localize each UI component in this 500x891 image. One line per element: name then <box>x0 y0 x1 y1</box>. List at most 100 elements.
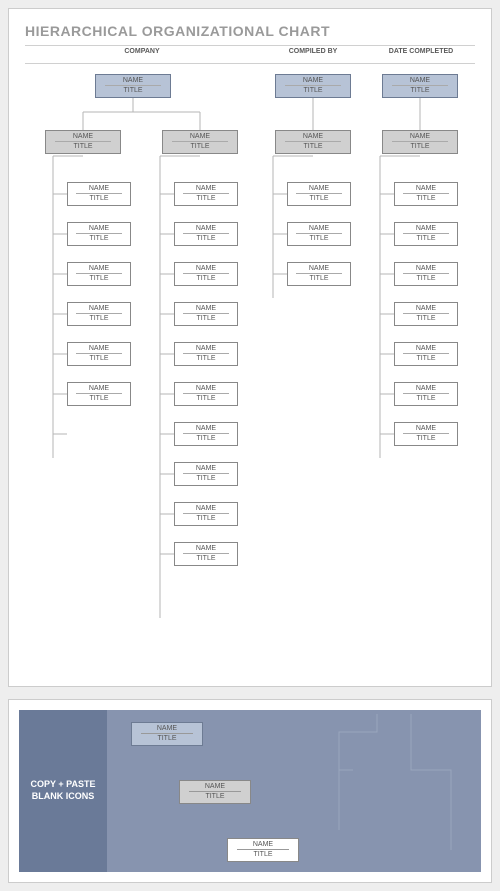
node-title: TITLE <box>296 235 342 242</box>
mid-node-b: NAME TITLE <box>162 130 238 154</box>
node-name: NAME <box>172 133 228 142</box>
node-name: NAME <box>183 385 229 394</box>
header-company: COMPANY <box>25 48 259 55</box>
node-name: NAME <box>237 841 290 850</box>
node-title: TITLE <box>76 395 122 402</box>
node-name: NAME <box>76 225 122 234</box>
node-title: TITLE <box>392 143 448 150</box>
node-title: TITLE <box>76 355 122 362</box>
leaf-node: NAMETITLE <box>174 542 238 566</box>
node-name: NAME <box>403 305 449 314</box>
node-title: TITLE <box>403 195 449 202</box>
node-name: NAME <box>296 185 342 194</box>
node-name: NAME <box>285 133 341 142</box>
leaf-node: NAMETITLE <box>67 222 131 246</box>
org-chart-page: HIERARCHICAL ORGANIZATIONAL CHART COMPAN… <box>8 8 492 687</box>
header-date-completed: DATE COMPLETED <box>367 48 475 55</box>
node-name: NAME <box>183 465 229 474</box>
node-title: TITLE <box>76 195 122 202</box>
node-title: TITLE <box>392 87 448 94</box>
node-title: TITLE <box>76 275 122 282</box>
node-name: NAME <box>403 185 449 194</box>
node-title: TITLE <box>183 435 229 442</box>
node-title: TITLE <box>183 515 229 522</box>
node-title: TITLE <box>296 195 342 202</box>
template-shape-blue: NAME TITLE <box>131 722 203 746</box>
leaf-node: NAMETITLE <box>394 182 458 206</box>
leaf-node: NAMETITLE <box>394 262 458 286</box>
node-name: NAME <box>285 77 341 86</box>
node-name: NAME <box>76 385 122 394</box>
node-title: TITLE <box>183 355 229 362</box>
copy-paste-panel: COPY + PASTE BLANK ICONS NAME TITLE NAME… <box>19 710 481 872</box>
node-name: NAME <box>55 133 111 142</box>
node-title: TITLE <box>403 395 449 402</box>
node-title: TITLE <box>403 435 449 442</box>
node-name: NAME <box>183 425 229 434</box>
node-name: NAME <box>183 265 229 274</box>
node-name: NAME <box>403 265 449 274</box>
node-name: NAME <box>183 345 229 354</box>
node-name: NAME <box>392 77 448 86</box>
node-name: NAME <box>183 505 229 514</box>
node-title: TITLE <box>172 143 228 150</box>
top-node-c: NAME TITLE <box>275 74 351 98</box>
leaf-node: NAMETITLE <box>67 302 131 326</box>
mid-node-a: NAME TITLE <box>45 130 121 154</box>
divider <box>25 45 475 46</box>
node-title: TITLE <box>296 275 342 282</box>
node-title: TITLE <box>55 143 111 150</box>
leaf-node: NAMETITLE <box>174 222 238 246</box>
node-title: TITLE <box>183 475 229 482</box>
leaf-node: NAMETITLE <box>67 182 131 206</box>
leaf-node: NAMETITLE <box>67 342 131 366</box>
decorative-connectors <box>331 710 481 872</box>
node-name: NAME <box>403 345 449 354</box>
leaf-node: NAMETITLE <box>174 182 238 206</box>
node-title: TITLE <box>183 235 229 242</box>
top-node-d: NAME TITLE <box>382 74 458 98</box>
node-title: TITLE <box>403 315 449 322</box>
node-name: NAME <box>403 425 449 434</box>
node-title: TITLE <box>285 143 341 150</box>
leaf-node: NAMETITLE <box>174 342 238 366</box>
leaf-node: NAMETITLE <box>174 502 238 526</box>
node-name: NAME <box>76 185 122 194</box>
leaf-node: NAMETITLE <box>174 422 238 446</box>
node-name: NAME <box>392 133 448 142</box>
node-title: TITLE <box>183 195 229 202</box>
node-name: NAME <box>76 305 122 314</box>
leaf-node: NAMETITLE <box>174 462 238 486</box>
mid-node-d: NAME TITLE <box>382 130 458 154</box>
leaf-node: NAMETITLE <box>287 182 351 206</box>
leaf-node: NAMETITLE <box>174 262 238 286</box>
node-name: NAME <box>76 345 122 354</box>
page-title: HIERARCHICAL ORGANIZATIONAL CHART <box>25 23 475 39</box>
header-compiled-by: COMPILED BY <box>259 48 367 55</box>
node-title: TITLE <box>141 735 194 742</box>
node-name: NAME <box>296 225 342 234</box>
node-title: TITLE <box>183 315 229 322</box>
node-title: TITLE <box>183 275 229 282</box>
node-name: NAME <box>403 385 449 394</box>
node-name: NAME <box>189 783 242 792</box>
leaf-node: NAMETITLE <box>287 222 351 246</box>
node-name: NAME <box>183 225 229 234</box>
leaf-node: NAMETITLE <box>287 262 351 286</box>
node-name: NAME <box>141 725 194 734</box>
leaf-node: NAMETITLE <box>394 222 458 246</box>
node-title: TITLE <box>403 275 449 282</box>
template-shape-white: NAME TITLE <box>227 838 299 862</box>
leaf-node: NAMETITLE <box>67 382 131 406</box>
node-name: NAME <box>183 185 229 194</box>
leaf-node: NAMETITLE <box>174 302 238 326</box>
node-name: NAME <box>403 225 449 234</box>
leaf-node: NAMETITLE <box>174 382 238 406</box>
mid-node-c: NAME TITLE <box>275 130 351 154</box>
node-title: TITLE <box>403 355 449 362</box>
node-title: TITLE <box>189 793 242 800</box>
leaf-node: NAMETITLE <box>394 302 458 326</box>
node-title: TITLE <box>183 555 229 562</box>
template-shape-grey: NAME TITLE <box>179 780 251 804</box>
leaf-node: NAMETITLE <box>67 262 131 286</box>
